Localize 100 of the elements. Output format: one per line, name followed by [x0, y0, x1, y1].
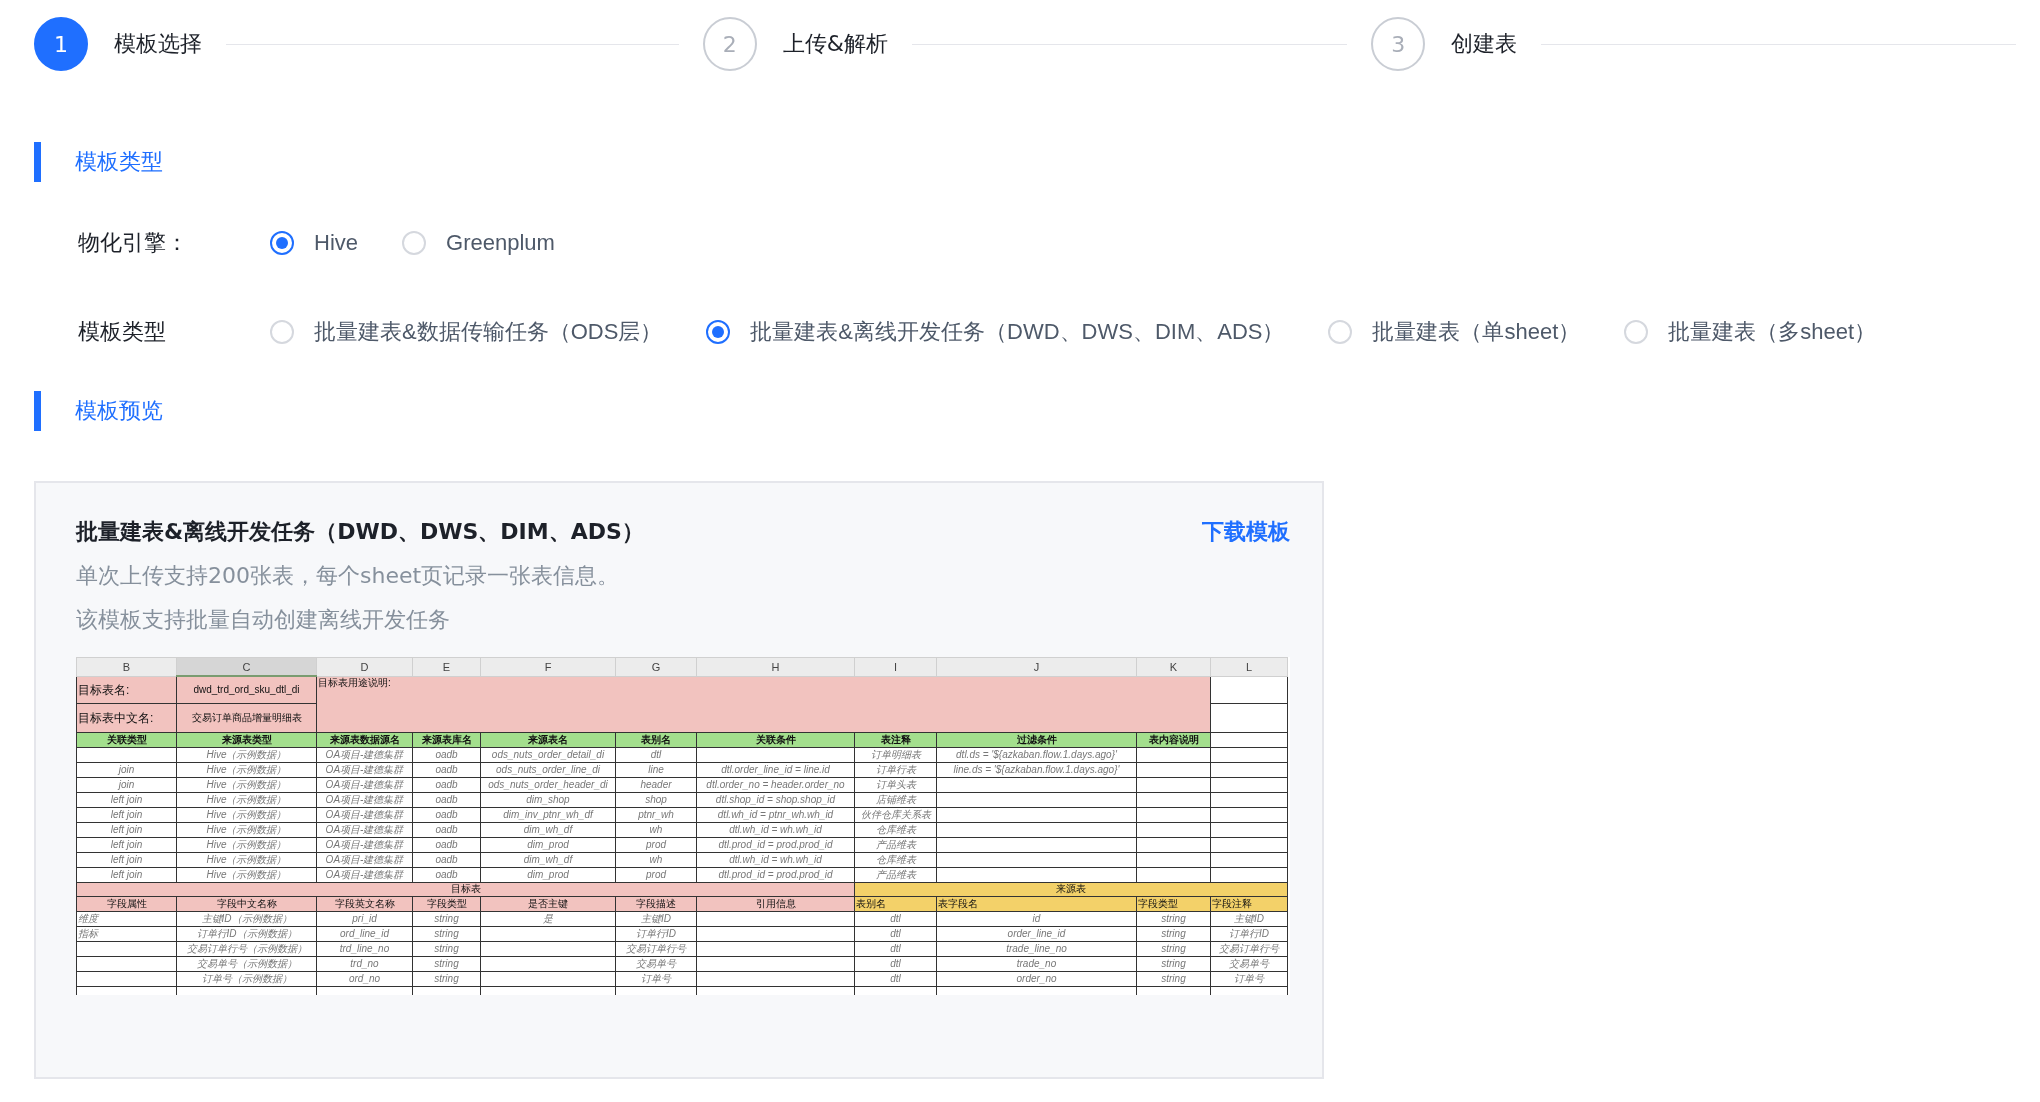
table-cell: 交易单号（示例数据）: [176, 956, 317, 971]
table-cell: dtl.wh_id = wh.wh_id: [696, 852, 855, 867]
table-cell: 订单行ID: [1210, 926, 1288, 941]
table-cell: dtl: [854, 971, 937, 986]
table-cell: Hive（示例数据）: [176, 822, 317, 837]
table-cell: 目标表用途说明:: [316, 676, 1211, 732]
table-cell: dtl.order_no = header.order_no: [696, 777, 855, 792]
table-cell: left join: [76, 852, 177, 867]
table-cell: oadb: [412, 777, 481, 792]
column-header[interactable]: K: [1136, 657, 1211, 676]
table-cell: 主键ID: [1210, 911, 1288, 926]
radio-option[interactable]: Greenplum: [402, 230, 555, 256]
table-cell: OA项目-建德集群: [316, 822, 413, 837]
table-cell: oadb: [412, 792, 481, 807]
table-cell: dtl.prod_id = prod.prod_id: [696, 867, 855, 882]
column-header[interactable]: B: [76, 657, 177, 676]
table-cell: trade_line_no: [936, 941, 1137, 956]
table-cell: Hive（示例数据）: [176, 852, 317, 867]
table-cell: left join: [76, 837, 177, 852]
table-cell: dwd_trd_ord_sku_dtl_di: [176, 676, 317, 703]
table-cell: OA项目-建德集群: [316, 792, 413, 807]
radio-option[interactable]: 批量建表（单sheet）: [1328, 317, 1581, 347]
table-cell: line.ds = '${azkaban.flow.1.days.ago}': [936, 762, 1137, 777]
table-cell: 订单号（示例数据）: [176, 971, 317, 986]
field-label: 物化引擎：: [78, 229, 189, 257]
table-cell: join: [76, 777, 177, 792]
table-cell: 交易订单行号: [1210, 941, 1288, 956]
table-cell: string: [412, 956, 481, 971]
table-cell: join: [76, 762, 177, 777]
table-cell: dtl.wh_id = ptnr_wh.wh_id: [696, 807, 855, 822]
table-cell: ods_nuts_order_header_di: [480, 777, 616, 792]
table-cell: Hive（示例数据）: [176, 792, 317, 807]
download-link[interactable]: 下载模板: [1202, 517, 1290, 547]
column-header[interactable]: C: [176, 657, 317, 676]
table-cell: 交易订单行号: [615, 941, 697, 956]
table-cell: 交易订单行号（示例数据）: [176, 941, 317, 956]
column-header[interactable]: I: [854, 657, 937, 676]
table-cell: string: [412, 941, 481, 956]
table-cell: wh: [615, 822, 697, 837]
table-cell: 产品维表: [854, 837, 937, 852]
table-cell: dtl.shop_id = shop.shop_id: [696, 792, 855, 807]
table-cell: oadb: [412, 867, 481, 882]
table-cell: dtl: [615, 747, 697, 762]
table-cell: 订单行ID（示例数据）: [176, 926, 317, 941]
table-cell: wh: [615, 852, 697, 867]
table-cell: trd_line_no: [316, 941, 413, 956]
table-cell: 目标表名:: [76, 676, 177, 703]
table-cell: dim_wh_df: [480, 852, 616, 867]
radio-option[interactable]: 批量建表（多sheet）: [1624, 317, 1877, 347]
table-cell: Hive（示例数据）: [176, 762, 317, 777]
table-cell: OA项目-建德集群: [316, 747, 413, 762]
table-cell: prod: [615, 837, 697, 852]
table-cell: OA项目-建德集群: [316, 762, 413, 777]
radio-option[interactable]: 批量建表&离线开发任务（DWD、DWS、DIM、ADS）: [706, 317, 1285, 347]
table-cell: 交易单号: [615, 956, 697, 971]
table-cell: left join: [76, 867, 177, 882]
table-cell: 交易订单商品增量明细表: [176, 703, 317, 732]
table-cell: ptnr_wh: [615, 807, 697, 822]
table-cell: 订单明细表: [854, 747, 937, 762]
table-cell: string: [1136, 926, 1211, 941]
table-cell: OA项目-建德集群: [316, 837, 413, 852]
section-title: 模板类型: [75, 148, 163, 176]
table-cell: dtl: [854, 941, 937, 956]
table-cell: order_no: [936, 971, 1137, 986]
table-cell: string: [1136, 941, 1211, 956]
table-cell: Hive（示例数据）: [176, 807, 317, 822]
table-cell: dim_wh_df: [480, 822, 616, 837]
radio-option[interactable]: Hive: [270, 230, 358, 256]
table-cell: line: [615, 762, 697, 777]
table-cell: trd_no: [316, 956, 413, 971]
field-label: 模板类型: [78, 318, 167, 346]
table-cell: left join: [76, 807, 177, 822]
description-text: 该模板支持批量自动创建离线开发任务: [76, 606, 451, 634]
column-header[interactable]: E: [412, 657, 481, 676]
column-header[interactable]: H: [696, 657, 855, 676]
table-cell: dtl: [854, 926, 937, 941]
column-header[interactable]: D: [316, 657, 413, 676]
table-cell: 订单行表: [854, 762, 937, 777]
radio-option[interactable]: 批量建表&数据传输任务（ODS层）: [270, 317, 663, 347]
column-header[interactable]: L: [1210, 657, 1288, 676]
column-header[interactable]: G: [615, 657, 697, 676]
table-cell: dtl.order_line_id = line.id: [696, 762, 855, 777]
table-cell: OA项目-建德集群: [316, 867, 413, 882]
table-cell: OA项目-建德集群: [316, 807, 413, 822]
step-label: 上传&解析: [782, 30, 888, 58]
description-text: 单次上传支持200张表，每个sheet页记录一张表信息。: [76, 562, 621, 590]
table-cell: 维度: [76, 911, 177, 926]
table-cell: OA项目-建德集群: [316, 777, 413, 792]
column-header[interactable]: J: [936, 657, 1137, 676]
table-cell: 指标: [76, 926, 177, 941]
table-cell: order_line_id: [936, 926, 1137, 941]
template-title: 批量建表&离线开发任务（DWD、DWS、DIM、ADS）: [76, 518, 644, 546]
table-cell: 交易单号: [1210, 956, 1288, 971]
step-number: 1: [34, 17, 88, 71]
table-cell: left join: [76, 792, 177, 807]
table-cell: 订单号: [615, 971, 697, 986]
table-cell: string: [1136, 956, 1211, 971]
step-number: 2: [702, 17, 757, 71]
table-cell: dim_prod: [480, 867, 616, 882]
column-header[interactable]: F: [480, 657, 616, 676]
